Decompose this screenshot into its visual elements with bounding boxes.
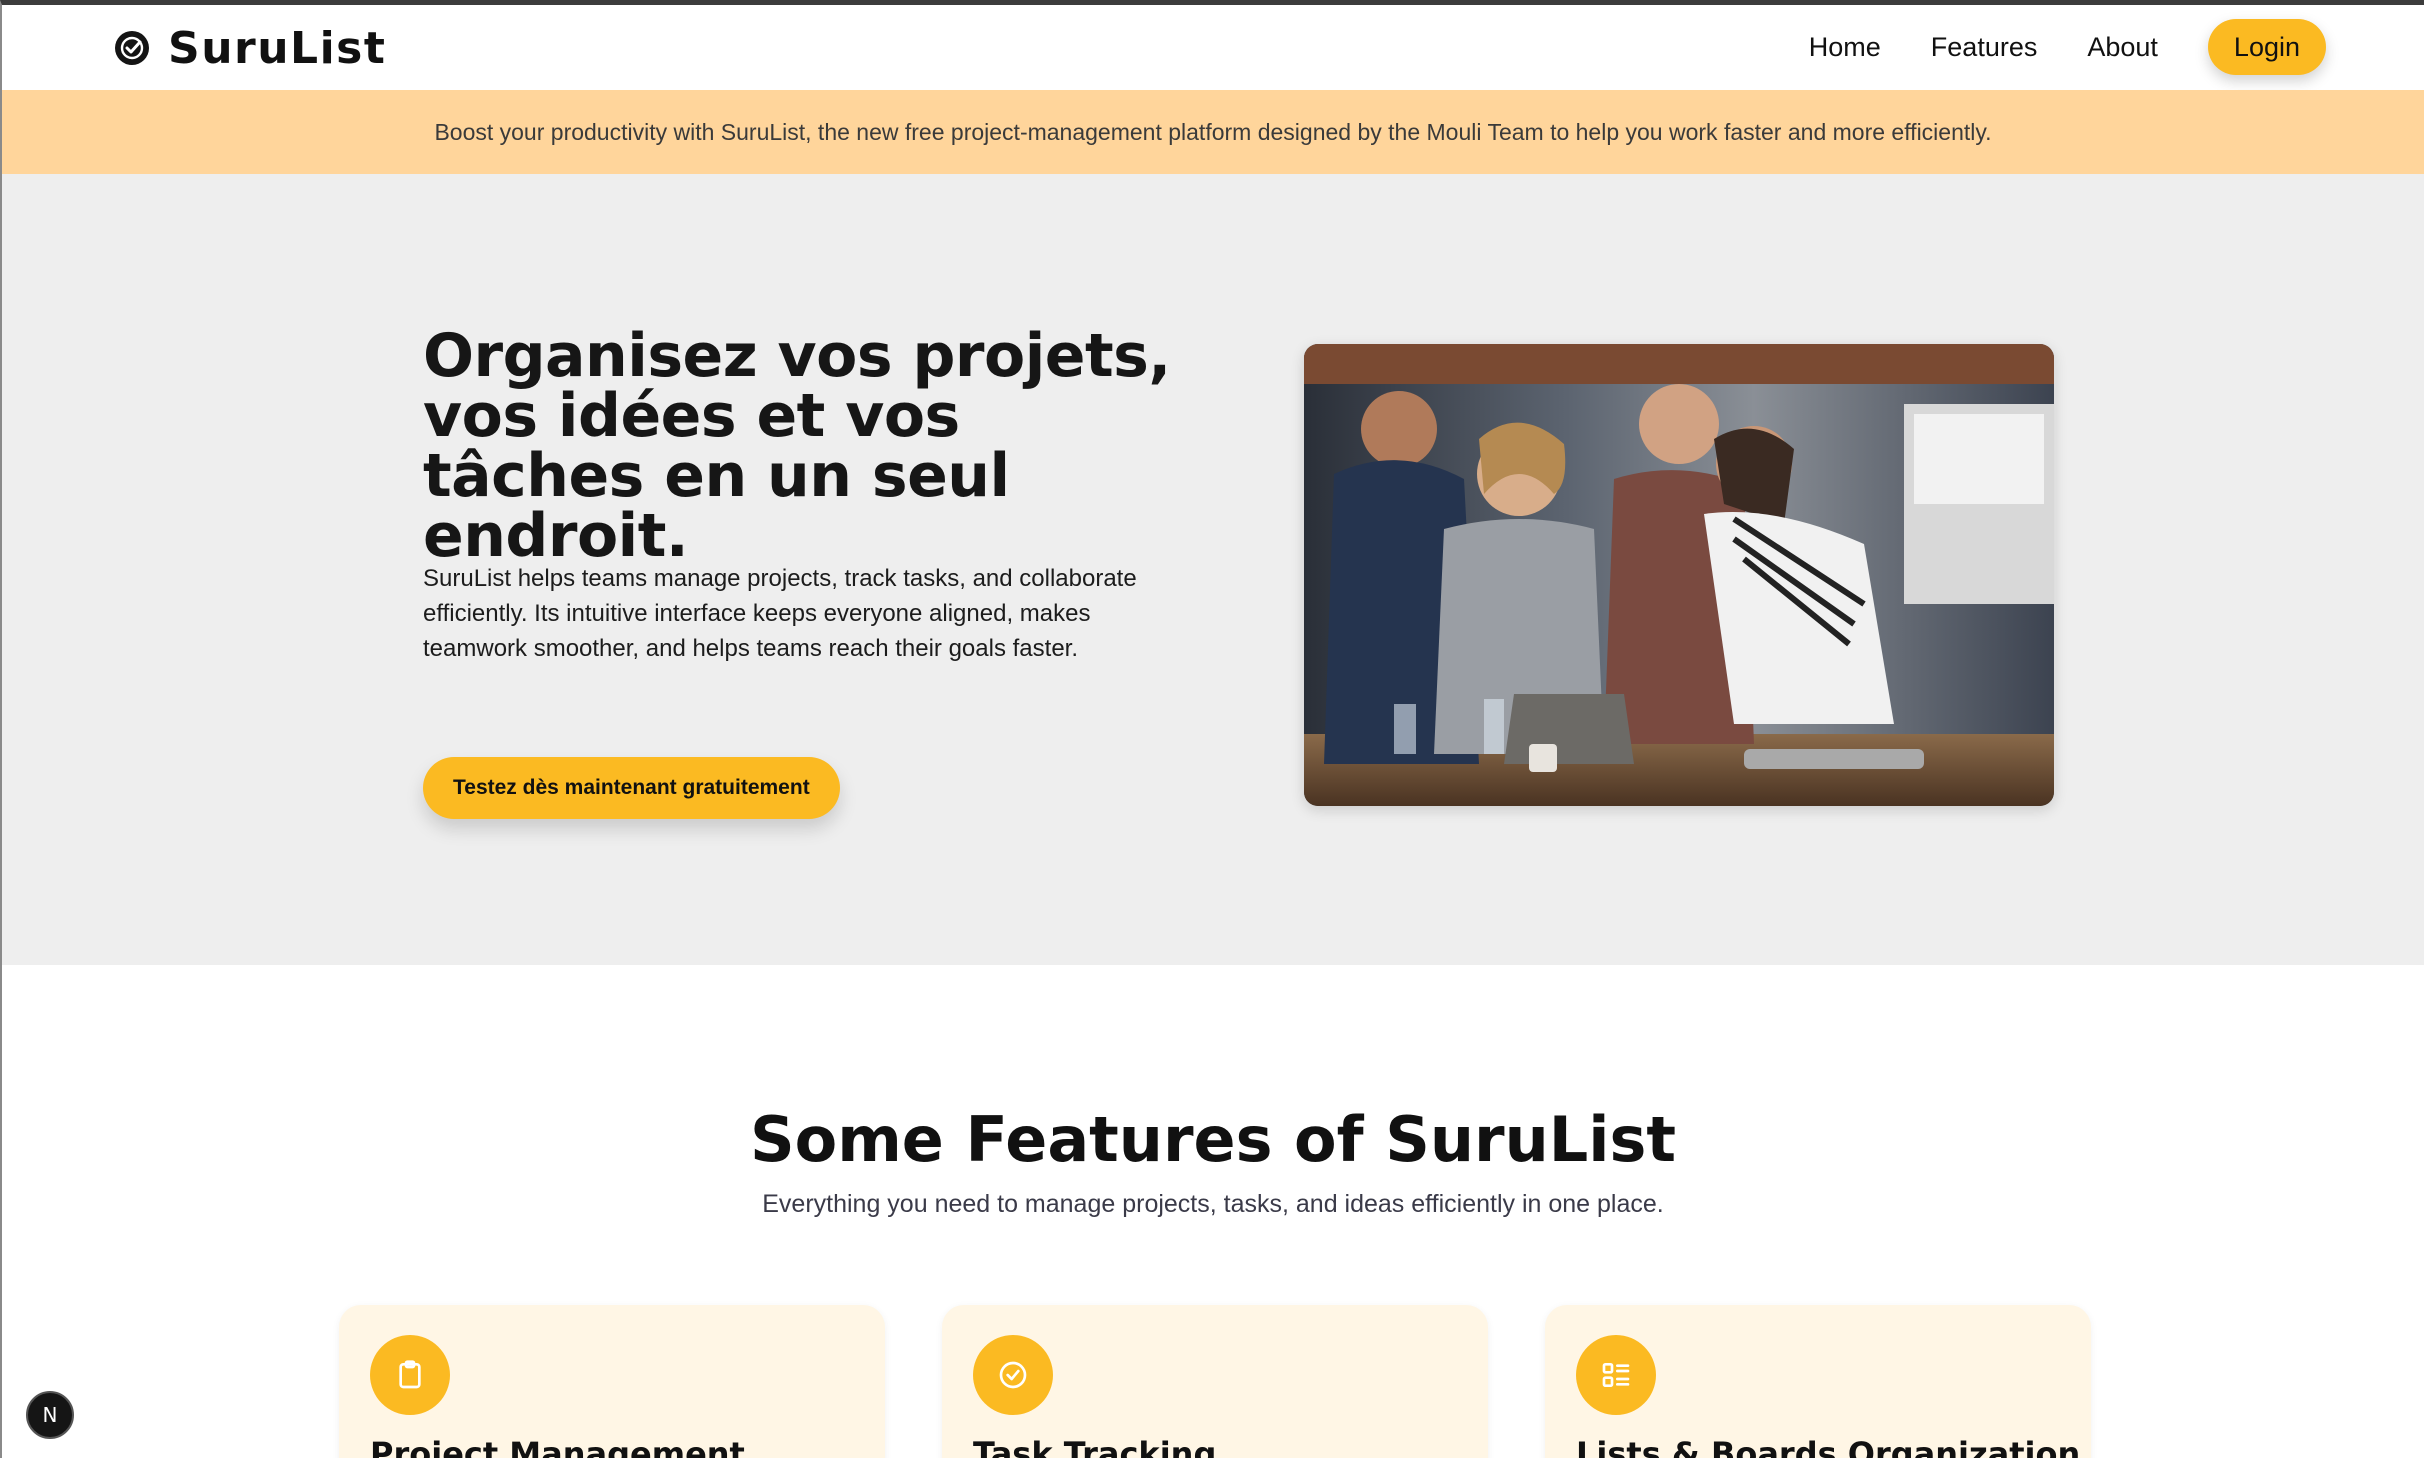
- try-free-button[interactable]: Testez dès maintenant gratuitement: [423, 757, 840, 819]
- check-circle-icon: [999, 1361, 1027, 1389]
- login-button[interactable]: Login: [2207, 19, 2326, 75]
- nextjs-dev-badge[interactable]: N: [26, 1391, 74, 1439]
- brand-name: SuruList: [168, 22, 387, 74]
- feature-card-task-tracking: Task Tracking: [942, 1305, 1488, 1458]
- list-grid-icon: [1602, 1363, 1630, 1387]
- hero-title: Organisez vos projets, vos idées et vos …: [423, 321, 1171, 571]
- feature-icon-wrapper: [973, 1335, 1053, 1415]
- hero-description: SuruList helps teams manage projects, tr…: [423, 565, 1137, 662]
- clipboard-icon: [399, 1360, 421, 1389]
- feature-icon-wrapper: [370, 1335, 450, 1415]
- feature-icon-wrapper: [1576, 1335, 1656, 1415]
- feature-card-title: Lists & Boards Organization: [1576, 1435, 2081, 1458]
- brand-logo[interactable]: SuruList: [112, 22, 387, 74]
- features-subtitle: Everything you need to manage projects, …: [762, 1190, 1664, 1218]
- feature-card-title: Task Tracking: [973, 1435, 1217, 1458]
- team-photo-illustration: [1304, 344, 2054, 806]
- nav-link-home[interactable]: Home: [1809, 32, 1881, 63]
- check-badge-icon: [115, 31, 149, 65]
- feature-cards: Project Management Task Tracking Lists &…: [339, 1305, 2093, 1458]
- hero-section: Organisez vos projets, vos idées et vos …: [2, 174, 2424, 965]
- nav-links: Home Features About Login: [1809, 19, 2326, 75]
- feature-card-title: Project Management: [370, 1435, 745, 1458]
- banner-text: Boost your productivity with SuruList, t…: [434, 118, 1992, 145]
- navbar: SuruList Home Features About Login: [2, 5, 2424, 90]
- nav-link-about[interactable]: About: [2087, 32, 2158, 63]
- feature-card-lists-boards: Lists & Boards Organization: [1545, 1305, 2091, 1458]
- nav-link-features[interactable]: Features: [1931, 32, 2038, 63]
- hero-team-photo: [1304, 344, 2054, 806]
- announcement-banner: Boost your productivity with SuruList, t…: [2, 90, 2424, 174]
- features-title: Some Features of SuruList: [749, 1103, 1677, 1176]
- feature-card-project-management: Project Management: [339, 1305, 885, 1458]
